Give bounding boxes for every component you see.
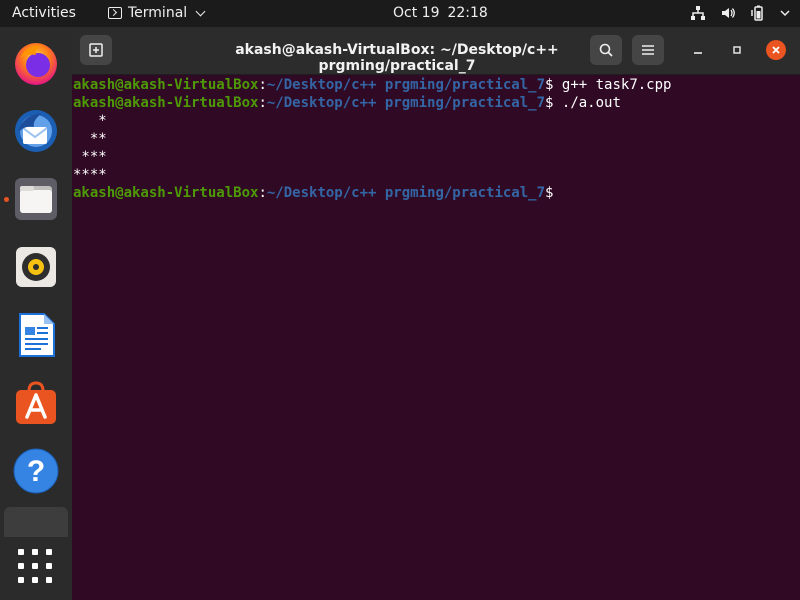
terminal-output[interactable]: akash@akash-VirtualBox:~/Desktop/c++ prg… <box>72 75 800 600</box>
terminal-icon <box>108 7 122 19</box>
grid-dot <box>46 549 52 555</box>
prompt-user: akash@akash-VirtualBox <box>73 77 259 93</box>
dock-extra-item[interactable] <box>4 507 68 537</box>
libreoffice-writer-launcher[interactable] <box>12 311 60 359</box>
terminal-line: akash@akash-VirtualBox:~/Desktop/c++ prg… <box>73 95 621 111</box>
close-icon <box>772 46 780 54</box>
search-icon <box>599 43 613 57</box>
hamburger-menu-icon <box>642 45 654 55</box>
grid-dot <box>32 563 38 569</box>
rhythmbox-launcher[interactable] <box>12 243 60 291</box>
grid-dot <box>18 549 24 555</box>
command-text: g++ task7.cpp <box>553 77 672 93</box>
prompt-path: ~/Desktop/c++ prgming/practical_7 <box>266 95 546 111</box>
help-launcher[interactable]: ? <box>12 447 60 495</box>
terminal-line: akash@akash-VirtualBox:~/Desktop/c++ prg… <box>73 185 554 201</box>
activities-button[interactable]: Activities <box>12 5 76 21</box>
chevron-down-icon <box>195 6 206 16</box>
grid-dot <box>32 549 38 555</box>
clock-date: Oct 19 <box>393 5 440 21</box>
grid-dot <box>18 563 24 569</box>
prompt-user: akash@akash-VirtualBox <box>73 95 259 111</box>
top-bar: Activities Terminal Oct 19 22:18 <box>0 0 800 27</box>
terminal-header-bar[interactable]: akash@akash-VirtualBox: ~/Desktop/c++ pr… <box>72 27 800 75</box>
prompt-path: ~/Desktop/c++ prgming/practical_7 <box>266 185 546 201</box>
app-menu-label: Terminal <box>128 5 188 21</box>
menu-button[interactable] <box>632 35 664 65</box>
output-line: ** <box>73 131 107 147</box>
prompt-path: ~/Desktop/c++ prgming/practical_7 <box>266 77 546 93</box>
terminal-line: akash@akash-VirtualBox:~/Desktop/c++ prg… <box>73 77 672 93</box>
volume-icon <box>722 8 735 18</box>
thunderbird-icon <box>15 110 57 152</box>
svg-text:?: ? <box>27 455 45 488</box>
help-icon: ? <box>13 448 59 494</box>
grid-dot <box>18 577 24 583</box>
command-text: ./a.out <box>553 95 621 111</box>
minimize-button[interactable] <box>688 40 708 60</box>
terminal-window: akash@akash-VirtualBox: ~/Desktop/c++ pr… <box>72 27 800 600</box>
prompt-user: akash@akash-VirtualBox <box>73 185 259 201</box>
output-line: * <box>73 113 107 129</box>
clock-time: 22:18 <box>447 5 488 21</box>
clock[interactable]: Oct 19 22:18 <box>393 5 496 21</box>
search-button[interactable] <box>590 35 622 65</box>
firefox-launcher[interactable] <box>12 39 60 87</box>
firefox-icon <box>15 43 57 85</box>
chevron-down-icon <box>780 10 790 17</box>
files-icon <box>15 178 57 220</box>
close-button[interactable] <box>766 40 786 60</box>
system-tray[interactable] <box>690 5 790 21</box>
window-title: akash@akash-VirtualBox: ~/Desktop/c++ pr… <box>235 42 559 74</box>
writer-icon <box>19 313 55 357</box>
maximize-icon <box>733 46 741 54</box>
grid-dot <box>46 563 52 569</box>
network-icon <box>691 6 705 20</box>
ubuntu-software-launcher[interactable] <box>12 379 60 427</box>
software-icon <box>16 381 56 424</box>
thunderbird-launcher[interactable] <box>12 107 60 155</box>
app-menu[interactable]: Terminal <box>108 5 206 21</box>
output-line: **** <box>73 167 107 183</box>
battery-icon <box>751 5 763 21</box>
dock: ? <box>0 27 72 600</box>
maximize-button[interactable] <box>727 40 747 60</box>
files-launcher[interactable] <box>12 175 60 223</box>
show-applications-button[interactable] <box>18 549 54 585</box>
grid-dot <box>32 577 38 583</box>
output-line: *** <box>73 149 107 165</box>
grid-dot <box>46 577 52 583</box>
rhythmbox-icon <box>16 247 56 287</box>
minimize-icon <box>694 52 702 54</box>
running-indicator <box>4 197 9 202</box>
